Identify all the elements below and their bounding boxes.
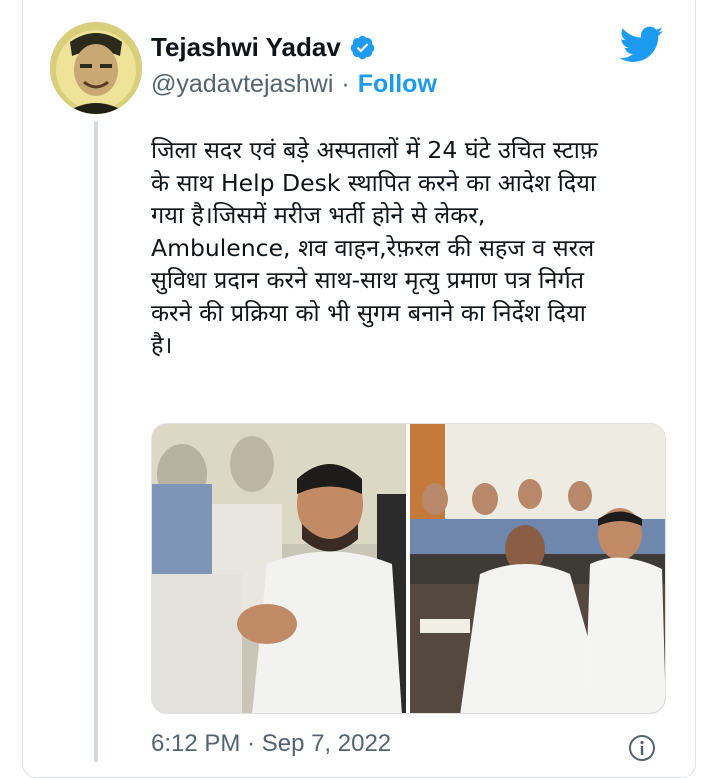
author-name[interactable]: Tejashwi Yadav (151, 32, 341, 63)
photo-right[interactable] (410, 424, 665, 713)
follow-button[interactable]: Follow (358, 70, 437, 99)
author-name-row[interactable]: Tejashwi Yadav (151, 32, 376, 63)
tweet-timestamp[interactable]: 6:12 PM · Sep 7, 2022 (151, 730, 391, 758)
tweet-text: जिला सदर एवं बड़े अस्पतालों में 24 घंटे … (151, 136, 598, 359)
twitter-bird-icon[interactable] (619, 26, 664, 64)
separator-dot: · (341, 70, 350, 98)
handle-row: @yadavtejashwi · Follow (151, 70, 437, 99)
thread-line (94, 122, 98, 762)
author-handle[interactable]: @yadavtejashwi (151, 70, 333, 99)
verified-badge-icon (349, 34, 376, 61)
info-icon[interactable] (628, 734, 656, 762)
photo-left[interactable] (152, 424, 406, 713)
media-grid (151, 423, 666, 714)
avatar[interactable] (50, 22, 142, 114)
